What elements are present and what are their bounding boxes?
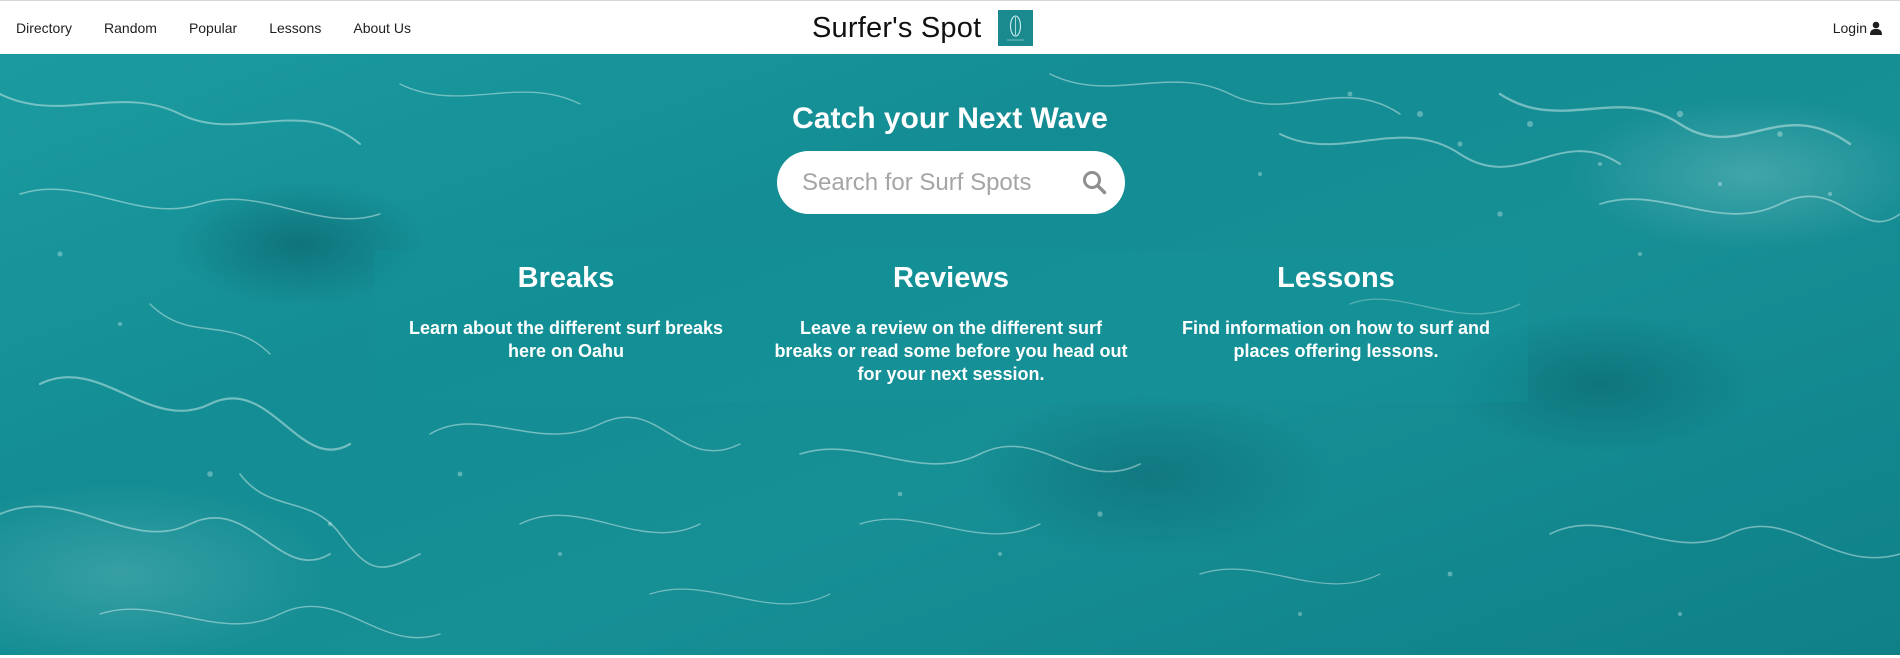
lessons-card-title[interactable]: Lessons — [1144, 262, 1528, 295]
reviews-card[interactable]: Reviews Leave a review on the different … — [759, 250, 1143, 402]
breaks-card-title[interactable]: Breaks — [374, 262, 758, 295]
nav-link-popular[interactable]: Popular — [173, 20, 253, 36]
hero-section: Catch your Next Wave Breaks Learn about … — [0, 54, 1900, 655]
lessons-card[interactable]: Lessons Find information on how to surf … — [1144, 250, 1528, 402]
search-bar[interactable] — [777, 151, 1125, 214]
top-navbar: Directory Random Popular Lessons About U… — [0, 0, 1900, 54]
lessons-card-text: Find information on how to surf and plac… — [1182, 318, 1490, 361]
brand[interactable]: Surfer's Spot — [812, 9, 1034, 47]
login-link[interactable]: Login — [1833, 1, 1883, 55]
search-icon[interactable] — [1082, 170, 1107, 195]
nav-link-random[interactable]: Random — [88, 20, 173, 36]
nav-link-about-us[interactable]: About Us — [337, 20, 427, 36]
breaks-card-text: Learn about the different surf breaks he… — [408, 318, 724, 361]
hero-title: Catch your Next Wave — [792, 102, 1108, 135]
user-icon[interactable] — [1869, 21, 1883, 35]
reviews-card-title[interactable]: Reviews — [759, 262, 1143, 295]
breaks-card[interactable]: Breaks Learn about the different surf br… — [374, 250, 758, 402]
site-title[interactable]: Surfer's Spot — [812, 12, 981, 45]
nav-links: Directory Random Popular Lessons About U… — [0, 1, 427, 55]
nav-link-directory[interactable]: Directory — [0, 20, 88, 36]
search-input[interactable] — [802, 168, 1062, 197]
surfboard-logo-icon[interactable] — [998, 10, 1034, 46]
login-label[interactable]: Login — [1833, 20, 1867, 36]
nav-link-lessons[interactable]: Lessons — [253, 20, 337, 36]
reviews-card-text: Leave a review on the different surf bre… — [774, 318, 1128, 384]
